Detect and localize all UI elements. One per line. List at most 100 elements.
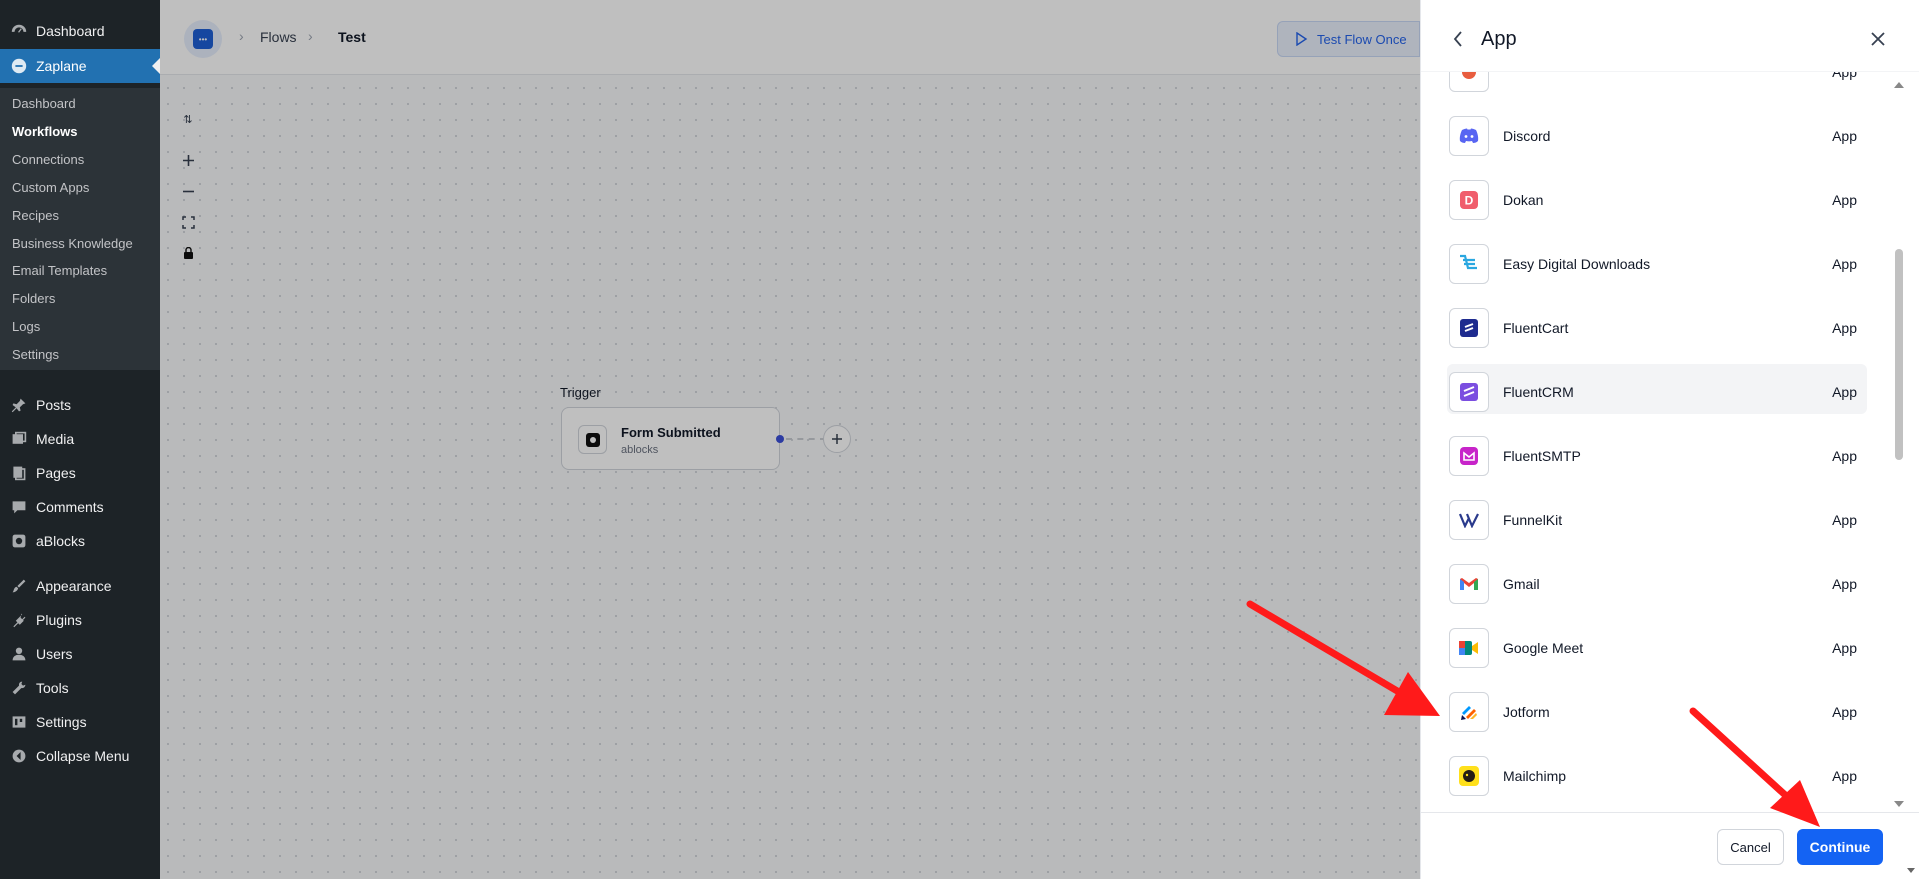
app-name: Dokan <box>1503 192 1544 208</box>
menu-zaplane-label: Zaplane <box>36 58 87 74</box>
close-icon[interactable] <box>1869 30 1887 48</box>
app-name: Jotform <box>1503 704 1550 720</box>
submenu-dashboard[interactable]: Dashboard <box>12 94 76 114</box>
app-name: Easy Digital Downloads <box>1503 256 1651 272</box>
app-row-dokan[interactable]: D Dokan App <box>1447 172 1867 222</box>
google-meet-icon <box>1449 628 1489 668</box>
submenu-settings[interactable]: Settings <box>12 345 59 365</box>
submenu-recipes[interactable]: Recipes <box>12 206 59 226</box>
menu-settings-label: Settings <box>36 714 87 730</box>
app-row-fluentcart[interactable]: FluentCart App <box>1447 300 1867 350</box>
ablocks-icon <box>9 531 29 551</box>
zaplane-icon <box>9 56 29 76</box>
app-row-gmail[interactable]: Gmail App <box>1447 556 1867 606</box>
panel-title: App <box>1481 28 1517 50</box>
pages-icon <box>9 463 29 483</box>
menu-zaplane[interactable]: Zaplane <box>0 49 160 83</box>
dokan-icon: D <box>1449 180 1489 220</box>
submenu-logs[interactable]: Logs <box>12 317 40 337</box>
app-type: App <box>1832 448 1857 464</box>
plug-icon <box>9 610 29 630</box>
edd-icon <box>1449 244 1489 284</box>
app-type: App <box>1832 128 1857 144</box>
dashboard-icon <box>9 21 29 41</box>
menu-tools[interactable]: Tools <box>0 671 160 705</box>
menu-comments[interactable]: Comments <box>0 490 160 524</box>
media-icon <box>9 429 29 449</box>
fluentcart-icon <box>1449 308 1489 348</box>
app-row-funnelkit[interactable]: FunnelKit App <box>1447 492 1867 542</box>
menu-dashboard-label: Dashboard <box>36 23 105 39</box>
scrollbar-thumb[interactable] <box>1895 249 1903 460</box>
gmail-icon <box>1449 564 1489 604</box>
app-name: FunnelKit <box>1503 512 1563 528</box>
submenu-email-templates[interactable]: Email Templates <box>12 261 107 281</box>
menu-media[interactable]: Media <box>0 422 160 456</box>
menu-dashboard[interactable]: Dashboard <box>0 14 160 48</box>
zaplane-submenu: Dashboard Workflows Connections Custom A… <box>0 88 160 370</box>
menu-plugins-label: Plugins <box>36 612 82 628</box>
app-name: Google Meet <box>1503 640 1584 656</box>
submenu-connections[interactable]: Connections <box>12 150 84 170</box>
app-row-easy-digital-downloads[interactable]: Easy Digital Downloads App <box>1447 236 1867 286</box>
brush-icon <box>9 576 29 596</box>
menu-ablocks[interactable]: aBlocks <box>0 524 160 558</box>
app-type: App <box>1832 768 1857 784</box>
app-row-fluentsmtp[interactable]: FluentSMTP App <box>1447 428 1867 478</box>
admin-sidebar: Dashboard Zaplane Dashboard Workflows Co… <box>0 0 160 879</box>
page-scroll-down-icon[interactable] <box>1907 868 1915 873</box>
submenu-business-knowledge[interactable]: Business Knowledge <box>12 234 133 254</box>
settings-icon <box>9 712 29 732</box>
app-type: App <box>1832 512 1857 528</box>
menu-posts-label: Posts <box>36 397 72 413</box>
discord-icon <box>1449 116 1489 156</box>
app-type: App <box>1832 384 1857 400</box>
app-type: App <box>1832 192 1857 208</box>
user-icon <box>9 644 29 664</box>
continue-button[interactable]: Continue <box>1797 829 1883 865</box>
jotform-icon <box>1449 692 1489 732</box>
app-row-fluentcrm[interactable]: FluentCRM App <box>1447 364 1867 414</box>
menu-settings[interactable]: Settings <box>0 705 160 739</box>
submenu-workflows[interactable]: Workflows <box>12 122 78 142</box>
menu-collapse-label: Collapse Menu <box>36 748 130 764</box>
app-type: App <box>1832 576 1857 592</box>
panel-header: App <box>1421 0 1919 72</box>
app-type: App <box>1832 640 1857 656</box>
app-row-jotform[interactable]: Jotform App <box>1447 684 1867 734</box>
menu-tools-label: Tools <box>36 680 69 696</box>
chevron-left-icon[interactable] <box>1449 30 1467 48</box>
menu-pages[interactable]: Pages <box>0 456 160 490</box>
pin-icon <box>9 395 29 415</box>
menu-comments-label: Comments <box>36 499 104 515</box>
app-name: FluentCart <box>1503 320 1569 336</box>
cancel-button[interactable]: Cancel <box>1717 829 1784 865</box>
menu-media-label: Media <box>36 431 75 447</box>
menu-collapse[interactable]: Collapse Menu <box>0 739 160 773</box>
app-name: FluentSMTP <box>1503 448 1581 464</box>
comment-icon <box>9 497 29 517</box>
submenu-custom-apps[interactable]: Custom Apps <box>12 178 89 198</box>
menu-users-label: Users <box>36 646 73 662</box>
app-row-partial[interactable]: App <box>1447 72 1867 94</box>
app-select-panel: App App Discord App D Dokan App Easy Dig… <box>1420 0 1919 879</box>
app-row-discord[interactable]: Discord App <box>1447 108 1867 158</box>
modal-backdrop[interactable] <box>160 0 1420 879</box>
app-row-mailchimp[interactable]: Mailchimp App <box>1447 748 1867 798</box>
scroll-up-arrow-icon[interactable] <box>1894 82 1904 88</box>
app-list[interactable]: App Discord App D Dokan App Easy Digital… <box>1421 72 1901 812</box>
app-row-google-meet[interactable]: Google Meet App <box>1447 620 1867 670</box>
menu-appearance[interactable]: Appearance <box>0 569 160 603</box>
scroll-down-arrow-icon[interactable] <box>1894 801 1904 807</box>
app-type: App <box>1832 72 1857 80</box>
collapse-icon <box>9 746 29 766</box>
menu-plugins[interactable]: Plugins <box>0 603 160 637</box>
menu-ablocks-label: aBlocks <box>36 533 86 549</box>
app-name: FluentCRM <box>1503 384 1574 400</box>
menu-users[interactable]: Users <box>0 637 160 671</box>
submenu-folders[interactable]: Folders <box>12 289 55 309</box>
menu-posts[interactable]: Posts <box>0 388 160 422</box>
app-name: Gmail <box>1503 576 1540 592</box>
panel-footer: Cancel Continue <box>1421 812 1919 879</box>
app-name: Discord <box>1503 128 1551 144</box>
